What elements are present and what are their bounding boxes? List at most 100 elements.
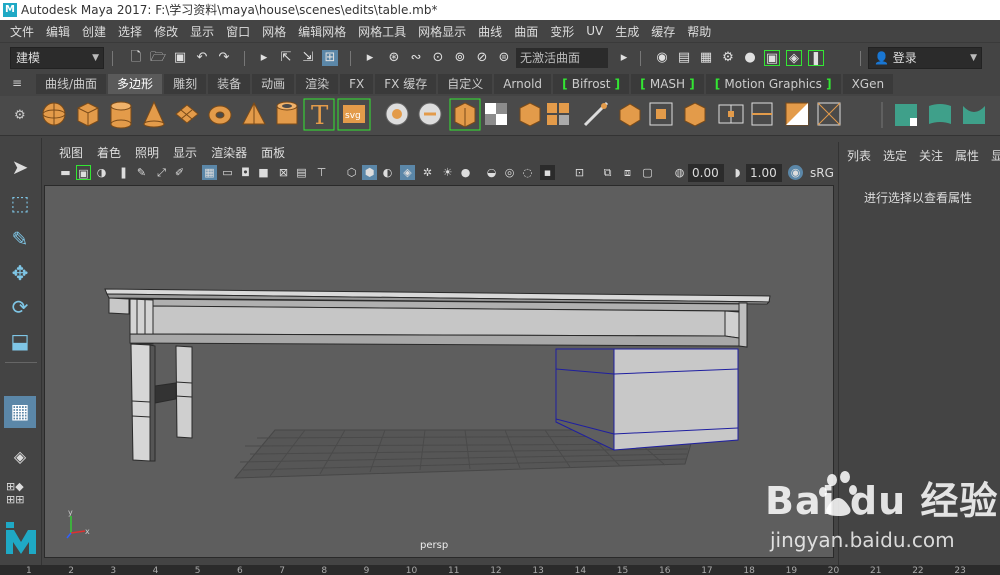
snap-curve-icon[interactable]: ∾: [408, 50, 424, 66]
safe-title-icon[interactable]: ⊤: [314, 165, 329, 180]
menu-generate[interactable]: 生成: [609, 23, 645, 40]
camera-attributes-icon[interactable]: ▣: [76, 165, 91, 180]
menu-mesh-display[interactable]: 网格显示: [412, 23, 472, 40]
mash-icon[interactable]: [449, 98, 481, 131]
lights-icon[interactable]: ✲: [420, 165, 435, 180]
image-plane-icon[interactable]: ❚: [116, 165, 131, 180]
shelf-tab-rendering[interactable]: 渲染: [296, 74, 339, 94]
menu-select[interactable]: 选择: [112, 23, 148, 40]
collapse-arrow-icon[interactable]: ▸: [616, 50, 632, 66]
menu-mesh-tools[interactable]: 网格工具: [352, 23, 412, 40]
lasso-tool-icon[interactable]: ⬚: [5, 188, 35, 218]
paint-select-tool-icon[interactable]: ✎: [5, 224, 35, 254]
menu-mesh[interactable]: 网格: [256, 23, 292, 40]
vp-menu-panels[interactable]: 面板: [254, 144, 292, 161]
combine-icon[interactable]: [385, 102, 409, 126]
move-tool-icon[interactable]: ✥: [5, 258, 35, 288]
menu-set-dropdown[interactable]: 建模 ▼: [10, 47, 104, 69]
separate-icon[interactable]: [418, 102, 442, 126]
table-leg-back-left[interactable]: [154, 345, 193, 439]
render-settings-icon[interactable]: ⚙: [720, 50, 736, 66]
menu-uv[interactable]: UV: [580, 24, 609, 38]
wireframe-on-shaded-icon[interactable]: ◐: [380, 165, 395, 180]
snap-view-plane-icon[interactable]: ⊚: [452, 50, 468, 66]
ipr-render-icon[interactable]: ▦: [698, 50, 714, 66]
undo-icon[interactable]: ↶: [194, 50, 210, 66]
new-scene-icon[interactable]: 🗋: [128, 50, 144, 66]
ae-tab-list[interactable]: 列表: [847, 147, 871, 164]
textured-icon[interactable]: ◈: [400, 165, 415, 180]
single-view-layout-icon[interactable]: ▦: [4, 396, 36, 428]
smooth-shade-icon[interactable]: ⬢: [362, 165, 377, 180]
arnold-render-icon[interactable]: ▣: [764, 50, 780, 66]
shelf-tab-arnold[interactable]: Arnold: [494, 74, 552, 94]
save-scene-icon[interactable]: ▣: [172, 50, 188, 66]
arnold-light-icon[interactable]: ❚: [808, 50, 824, 66]
gate-mask-icon[interactable]: ■: [256, 165, 271, 180]
menu-deform[interactable]: 变形: [544, 23, 580, 40]
sphere-icon[interactable]: [42, 102, 66, 126]
table-leg-front-left[interactable]: [130, 343, 156, 462]
extrude-icon[interactable]: [619, 103, 641, 127]
ambient-occlusion-icon[interactable]: ●: [458, 165, 473, 180]
ae-tab-focus[interactable]: 关注: [919, 147, 943, 164]
connect-icon[interactable]: [785, 102, 809, 126]
gamma-field[interactable]: 1.00: [746, 164, 782, 182]
menu-help[interactable]: 帮助: [681, 23, 717, 40]
shelf-tab-fx[interactable]: FX: [340, 74, 374, 94]
render-frame-icon[interactable]: ▤: [676, 50, 692, 66]
snap-together-icon[interactable]: ⊜: [496, 50, 512, 66]
shelf-tab-xgen[interactable]: XGen: [842, 74, 894, 94]
select-component-icon[interactable]: ⊞: [322, 50, 338, 66]
menu-modify[interactable]: 修改: [148, 23, 184, 40]
shelf-tab-animation[interactable]: 动画: [252, 74, 295, 94]
make-live-icon[interactable]: ⊘: [474, 50, 490, 66]
shelf-tab-sculpting[interactable]: 雕刻: [164, 74, 207, 94]
pencil-icon[interactable]: ✐: [172, 165, 187, 180]
scale-tool-icon[interactable]: ⬓: [5, 326, 35, 356]
xray-icon[interactable]: ⊡: [572, 165, 587, 180]
redo-icon[interactable]: ↷: [216, 50, 232, 66]
shelf-tab-bifrost[interactable]: [ Bifrost ]: [553, 74, 630, 94]
menu-windows[interactable]: 窗口: [220, 23, 256, 40]
live-surface-field[interactable]: 无激活曲面: [516, 48, 608, 68]
color-space-label[interactable]: sRG: [806, 164, 834, 182]
pyramid-icon[interactable]: [242, 101, 266, 125]
uv-editor-icon[interactable]: [963, 106, 985, 124]
drawer-cabinet[interactable]: [555, 348, 739, 451]
grid-toggle-icon[interactable]: ▦: [202, 165, 217, 180]
collapse-arrow-icon[interactable]: ▸: [362, 50, 378, 66]
menu-file[interactable]: 文件: [4, 23, 40, 40]
select-hierarchy-icon[interactable]: ⇱: [278, 50, 294, 66]
vp-menu-lighting[interactable]: 照明: [128, 144, 166, 161]
bridge-icon[interactable]: [649, 102, 673, 126]
exposure-icon[interactable]: ◍: [672, 165, 687, 180]
pipe-icon[interactable]: [276, 101, 298, 125]
time-slider[interactable]: 1 2 3 4 5 6 7 8 9 10 11 12 13 14 15 16 17 18 19 20 21 22 23: [0, 565, 1000, 575]
hypershade-icon[interactable]: ●: [742, 50, 758, 66]
shelf-tab-motion-graphics[interactable]: [ Motion Graphics ]: [705, 74, 841, 94]
perspective-viewport[interactable]: y x persp: [44, 185, 834, 558]
render-view-icon[interactable]: ◉: [654, 50, 670, 66]
xray-active-icon[interactable]: ⧈: [620, 165, 635, 180]
uv-auto-icon[interactable]: [929, 104, 951, 124]
xray-joints-icon[interactable]: ⧉: [600, 165, 615, 180]
anti-aliasing-icon[interactable]: ◎: [502, 165, 517, 180]
menu-cache[interactable]: 缓存: [645, 23, 681, 40]
snap-grid-icon[interactable]: ⊛: [386, 50, 402, 66]
ae-tab-selected[interactable]: 选定: [883, 147, 907, 164]
color-management-icon[interactable]: ◉: [788, 165, 803, 180]
film-gate-icon[interactable]: ▭: [220, 165, 235, 180]
bevel-icon[interactable]: [684, 102, 706, 127]
torus-icon[interactable]: [208, 105, 232, 125]
rotate-tool-icon[interactable]: ⟳: [5, 292, 35, 322]
safe-action-icon[interactable]: ▤: [294, 165, 309, 180]
select-tool-icon[interactable]: ➤: [5, 152, 35, 182]
gamma-icon[interactable]: ◗: [730, 165, 745, 180]
depth-of-field-icon[interactable]: ◌: [520, 165, 535, 180]
snap-point-icon[interactable]: ⊙: [430, 50, 446, 66]
fill-hole-icon[interactable]: [817, 102, 841, 126]
collapse-arrow-icon[interactable]: ▸: [256, 50, 272, 66]
quick-layout-icon[interactable]: ⊞◆ ⊞⊞: [6, 480, 24, 506]
table-apron[interactable]: [129, 298, 748, 348]
